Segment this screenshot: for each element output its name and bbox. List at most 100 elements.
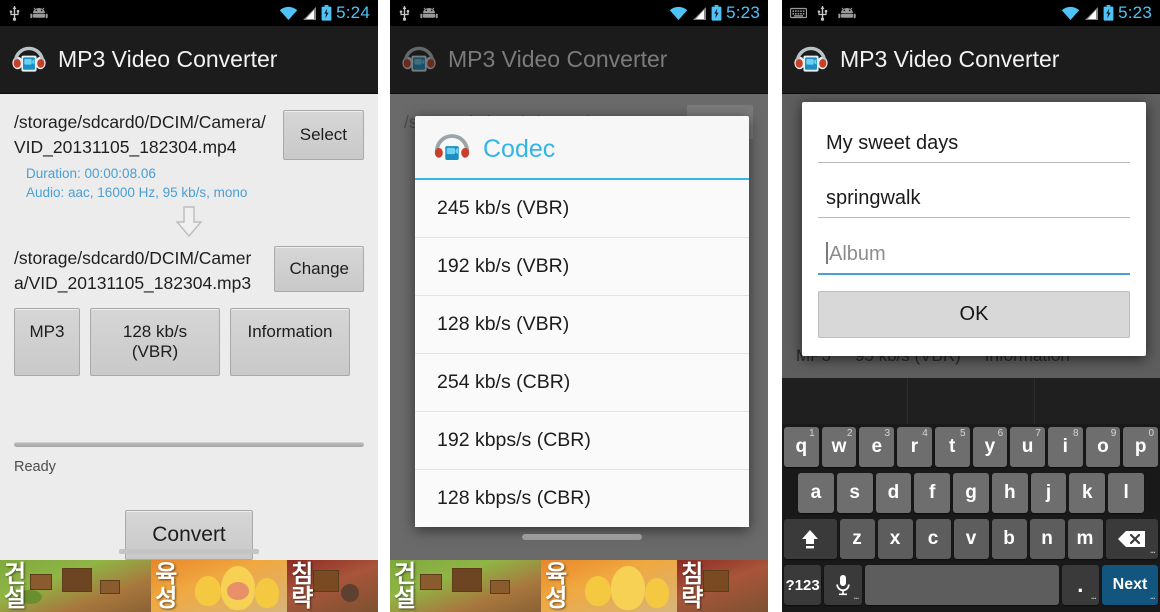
- keyboard-row-2: a s d f g h j k l: [782, 470, 1160, 516]
- codec-option-2[interactable]: 128 kb/s (VBR): [415, 296, 749, 354]
- scroll-indicator[interactable]: [119, 549, 259, 554]
- key-w-number: 2: [846, 428, 853, 439]
- key-a[interactable]: a: [797, 473, 834, 513]
- wifi-icon: [1061, 6, 1080, 20]
- ad-banner[interactable]: 건 설 육 성 침 략: [390, 560, 768, 612]
- ad-segment-build[interactable]: 건 설: [390, 560, 542, 612]
- format-button[interactable]: MP3: [14, 308, 80, 376]
- screenshot-stage: 5:24 MP3 Video Converter /storage/sdcard…: [0, 0, 1160, 612]
- codec-option-4[interactable]: 192 kbps/s (CBR): [415, 412, 749, 470]
- backspace-key[interactable]: ···: [1105, 519, 1158, 559]
- backspace-icon: [1117, 531, 1145, 547]
- progress-area: Ready: [0, 442, 378, 475]
- change-button[interactable]: Change: [274, 246, 364, 292]
- shift-key[interactable]: [784, 519, 837, 559]
- key-w-label: w: [831, 436, 847, 457]
- action-bar: MP3 Video Converter: [782, 26, 1160, 94]
- action-bar: MP3 Video Converter: [0, 26, 378, 94]
- status-bar-left-icons: [790, 5, 856, 21]
- key-p[interactable]: 0p: [1123, 427, 1159, 467]
- key-k[interactable]: k: [1069, 473, 1106, 513]
- key-j[interactable]: j: [1030, 473, 1067, 513]
- key-p-number: 0: [1148, 428, 1155, 439]
- conversion-progress-bar: [14, 442, 364, 447]
- ad-text-build: 건 설: [4, 560, 27, 612]
- key-x[interactable]: x: [877, 519, 913, 559]
- key-hint-dots: ···: [853, 594, 860, 603]
- title-field[interactable]: My sweet days: [818, 126, 1130, 163]
- key-e[interactable]: 3e: [859, 427, 895, 467]
- key-b[interactable]: b: [991, 519, 1027, 559]
- key-i[interactable]: 8i: [1047, 427, 1083, 467]
- microphone-key[interactable]: ···: [824, 565, 862, 605]
- key-m[interactable]: m: [1067, 519, 1103, 559]
- ad-segment-train[interactable]: 육 성: [541, 560, 678, 612]
- codec-option-5[interactable]: 128 kbps/s (CBR): [415, 470, 749, 527]
- status-bar: 5:23: [390, 0, 768, 26]
- key-h[interactable]: h: [991, 473, 1028, 513]
- key-y-number: 6: [997, 428, 1004, 439]
- suggestion-slot-1[interactable]: [782, 378, 909, 424]
- key-s[interactable]: s: [836, 473, 873, 513]
- dialog-scroll-indicator[interactable]: [522, 534, 642, 540]
- ad-text-build: 건 설: [394, 560, 417, 612]
- key-v[interactable]: v: [953, 519, 989, 559]
- keyboard-row-4: ?123 ··· . ··· Next ···: [782, 562, 1160, 608]
- key-t-number: 5: [959, 428, 966, 439]
- usb-icon: [9, 6, 20, 21]
- shift-icon: [802, 530, 819, 549]
- ad-segment-raid[interactable]: 침 략: [287, 560, 378, 612]
- symbols-key[interactable]: ?123: [784, 565, 822, 605]
- key-f[interactable]: f: [914, 473, 951, 513]
- ad-banner[interactable]: 건 설 육 성 침 략: [0, 560, 378, 612]
- information-button[interactable]: Information: [230, 308, 350, 376]
- android-icon: [838, 7, 856, 19]
- ok-button[interactable]: OK: [818, 291, 1130, 338]
- key-y[interactable]: 6y: [972, 427, 1008, 467]
- space-key[interactable]: [864, 565, 1059, 605]
- key-q-number: 1: [809, 428, 815, 439]
- album-field[interactable]: Album: [818, 236, 1130, 275]
- battery-icon: [711, 5, 722, 21]
- target-file-row: /storage/sdcard0/DCIM/Camera/VID_2013110…: [0, 240, 378, 296]
- panel-main-screen: 5:24 MP3 Video Converter /storage/sdcard…: [0, 0, 378, 612]
- album-field-placeholder: Album: [829, 243, 886, 265]
- key-z[interactable]: z: [839, 519, 875, 559]
- key-n[interactable]: n: [1029, 519, 1065, 559]
- codec-option-3[interactable]: 254 kb/s (CBR): [415, 354, 749, 412]
- key-l[interactable]: l: [1108, 473, 1145, 513]
- codec-option-0[interactable]: 245 kb/s (VBR): [415, 180, 749, 238]
- bitrate-button[interactable]: 128 kb/s (VBR): [90, 308, 220, 376]
- android-icon: [420, 7, 438, 19]
- period-key[interactable]: . ···: [1061, 565, 1099, 605]
- ad-segment-build[interactable]: 건 설: [0, 560, 152, 612]
- select-button[interactable]: Select: [282, 110, 364, 160]
- suggestion-bar: [782, 378, 1160, 424]
- key-r[interactable]: 4r: [897, 427, 932, 467]
- codec-option-list: 245 kb/s (VBR) 192 kb/s (VBR) 128 kb/s (…: [415, 180, 749, 527]
- status-bar-clock: 5:23: [1118, 3, 1152, 22]
- ad-segment-train[interactable]: 육 성: [151, 560, 288, 612]
- artist-field[interactable]: springwalk: [818, 181, 1130, 218]
- key-q[interactable]: 1q: [783, 427, 819, 467]
- app-title: MP3 Video Converter: [58, 46, 278, 72]
- ad-text-raid: 침 략: [681, 560, 704, 612]
- key-u[interactable]: 7u: [1010, 427, 1045, 467]
- key-t[interactable]: 5t: [934, 427, 970, 467]
- ad-segment-raid[interactable]: 침 략: [677, 560, 768, 612]
- app-title: MP3 Video Converter: [840, 46, 1060, 72]
- key-r-label: r: [910, 436, 919, 457]
- battery-icon: [1103, 5, 1114, 21]
- key-o[interactable]: 9o: [1085, 427, 1121, 467]
- codec-option-1[interactable]: 192 kb/s (VBR): [415, 238, 749, 296]
- suggestion-slot-2[interactable]: [908, 378, 1035, 424]
- next-key-label: Next: [1112, 576, 1148, 593]
- next-key[interactable]: Next ···: [1102, 565, 1158, 605]
- suggestion-slot-3[interactable]: [1035, 378, 1160, 424]
- key-c[interactable]: c: [915, 519, 951, 559]
- key-u-number: 7: [1035, 428, 1041, 439]
- key-d[interactable]: d: [875, 473, 912, 513]
- key-g[interactable]: g: [953, 473, 989, 513]
- key-w[interactable]: 2w: [821, 427, 857, 467]
- status-label: Ready: [14, 459, 56, 475]
